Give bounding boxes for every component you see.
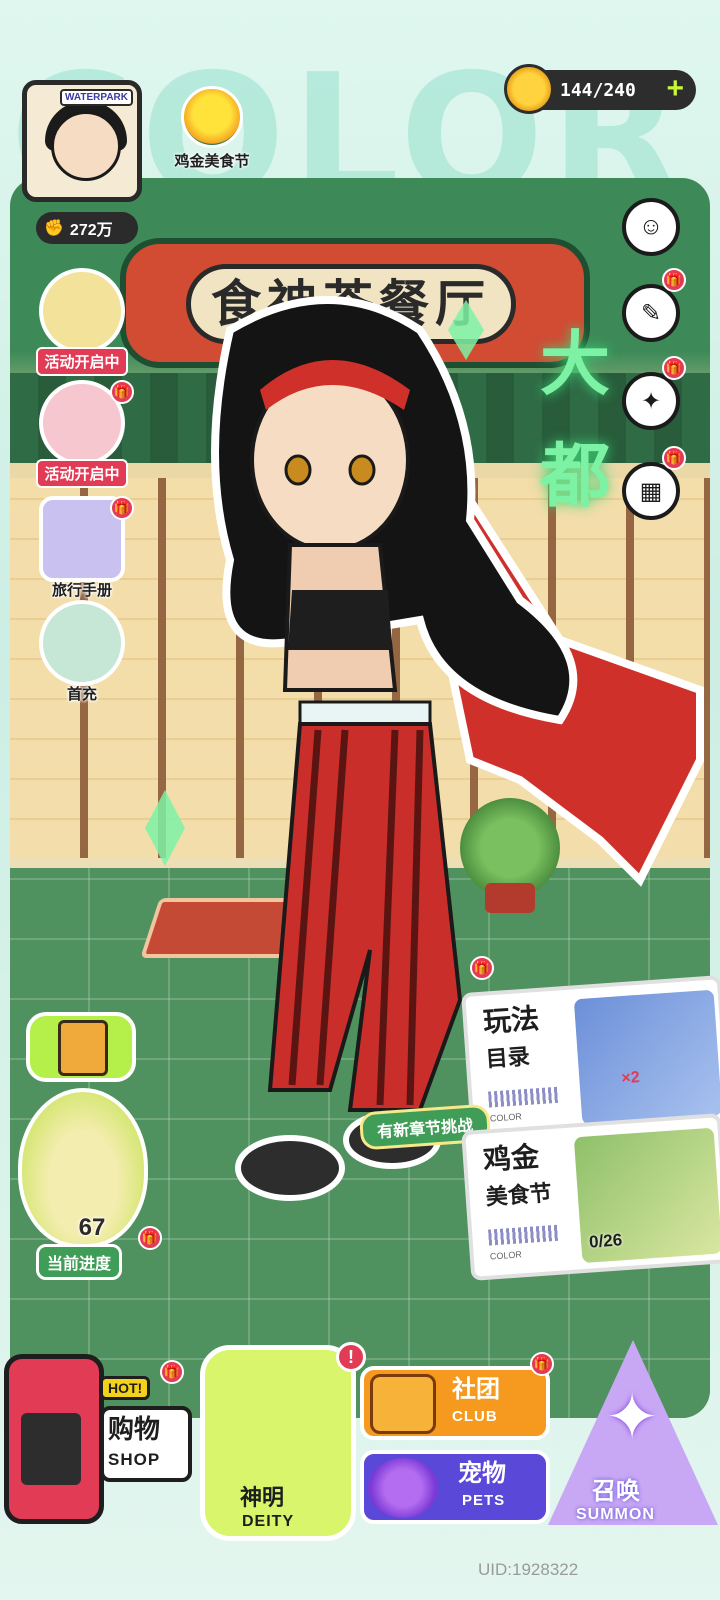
- neon-sign: 大都: [540, 325, 610, 515]
- nav-summon-label: 召唤: [592, 1478, 640, 1505]
- left-menu-event-2[interactable]: 活动开启中 🎁: [32, 380, 134, 488]
- right-menu-more[interactable]: ▦: [622, 462, 680, 520]
- power-rating: ✊ 272万: [36, 212, 138, 244]
- energy-coin-icon: [504, 64, 554, 114]
- chick-mascot-icon: [181, 86, 243, 148]
- progress-label: 当前进度: [36, 1244, 123, 1280]
- welcome-rug: [140, 898, 360, 958]
- chat-icon: ☺: [638, 213, 664, 240]
- left-menu-event-1[interactable]: 活动开启中: [32, 268, 132, 376]
- task-icon: ✎: [640, 299, 662, 327]
- add-energy-button[interactable]: +: [666, 72, 684, 106]
- right-menu-achievement[interactable]: ✦: [622, 372, 680, 430]
- nav-pets-button[interactable]: 宠物 PETS: [350, 1450, 550, 1530]
- energy-value: 144/240: [560, 79, 636, 101]
- nav-shop-label-en: SHOP: [108, 1450, 161, 1469]
- event-badge-label: 鸡金美食节: [174, 153, 250, 170]
- gift-badge-icon: 🎁: [160, 1360, 184, 1384]
- gift-badge-icon: 🎁: [662, 446, 686, 470]
- treasure-chest-icon: [58, 1020, 108, 1076]
- left-menu-travel-handbook-label: 旅行手册: [51, 582, 112, 599]
- left-menu-travel-handbook[interactable]: 旅行手册 🎁: [32, 496, 134, 600]
- left-menu-event-1-label: 活动开启中: [36, 347, 128, 376]
- avatar-face: [51, 111, 121, 181]
- treasure-chest-bubble[interactable]: [26, 1012, 136, 1082]
- nav-club-label-en: CLUB: [452, 1408, 498, 1425]
- gift-badge-icon: 🎁: [110, 380, 134, 404]
- catalog-card-subtitle: 目录: [484, 1043, 531, 1072]
- right-menu-task[interactable]: ✎: [622, 284, 680, 342]
- gift-badge-icon: 🎁: [138, 1226, 162, 1250]
- nav-summon-label-en: SUMMON: [576, 1506, 655, 1523]
- event-badge[interactable]: 鸡金美食节: [164, 86, 260, 171]
- nav-deity-label-en: DEITY: [242, 1513, 295, 1530]
- club-bag-icon: [370, 1374, 436, 1434]
- nav-deity-label: 神明: [240, 1485, 285, 1510]
- user-id: UID:1928322: [478, 1560, 579, 1579]
- deity-portrait-icon: [200, 1345, 356, 1541]
- festival-card-subtitle: 美食节: [484, 1180, 553, 1210]
- festival-card-title: 鸡金: [482, 1140, 541, 1176]
- player-avatar[interactable]: WATERPARK: [22, 80, 142, 202]
- achievement-icon: ✦: [640, 387, 662, 415]
- nav-deity-button[interactable]: 神明 DEITY: [200, 1345, 360, 1545]
- nav-shop-label: 购物: [108, 1414, 161, 1444]
- left-menu-first-recharge-label: 首充: [66, 686, 97, 703]
- festival-card-brand: COLOR: [489, 1249, 523, 1262]
- catalog-multiplier: ×2: [620, 1069, 641, 1088]
- catalog-card-brand: COLOR: [489, 1111, 523, 1124]
- vending-machine-icon: [4, 1354, 104, 1524]
- nav-summon-button[interactable]: ✦ 召唤 SUMMON: [548, 1340, 718, 1530]
- nav-pets-label-en: PETS: [462, 1492, 506, 1509]
- vending-screen: [21, 1413, 81, 1485]
- festival-card[interactable]: 鸡金 美食节 COLOR 0/26: [461, 1113, 720, 1281]
- gift-badge-icon: 🎁: [470, 956, 494, 980]
- barcode-icon: [488, 1224, 559, 1246]
- first-recharge-icon: [39, 600, 125, 686]
- pet-blob-icon: [368, 1458, 438, 1518]
- catalog-card-thumbnail: [573, 989, 720, 1126]
- more-icon: ▦: [639, 477, 663, 505]
- fist-icon: ✊: [44, 220, 64, 237]
- nav-club-button[interactable]: 社团 CLUB: [360, 1366, 550, 1446]
- left-menu-first-recharge[interactable]: 首充: [32, 600, 132, 704]
- energy-counter: 144/240 +: [504, 64, 696, 114]
- event-character-1-icon: [39, 268, 125, 354]
- nav-club-label: 社团: [452, 1376, 500, 1403]
- barcode-icon: [488, 1086, 559, 1108]
- nav-pets-label: 宠物: [458, 1460, 506, 1487]
- summon-star-icon: ✦: [605, 1381, 659, 1453]
- avatar-frame-tag: WATERPARK: [60, 89, 133, 106]
- power-value: 272万: [69, 222, 113, 239]
- festival-counter: 0/26: [588, 1230, 623, 1252]
- restaurant-sign-text: 食神茶餐厅: [186, 264, 516, 344]
- gift-badge-icon: 🎁: [662, 268, 686, 292]
- progress-value: 67: [78, 1214, 106, 1241]
- tree-pot: [485, 883, 535, 913]
- gift-badge-icon: 🎁: [662, 356, 686, 380]
- right-menu-chat[interactable]: ☺: [622, 198, 680, 256]
- hot-badge: HOT!: [100, 1376, 151, 1400]
- gift-badge-icon: 🎁: [110, 496, 134, 520]
- catalog-card-title: 玩法: [482, 1002, 541, 1038]
- left-menu-event-2-label: 活动开启中: [36, 459, 128, 488]
